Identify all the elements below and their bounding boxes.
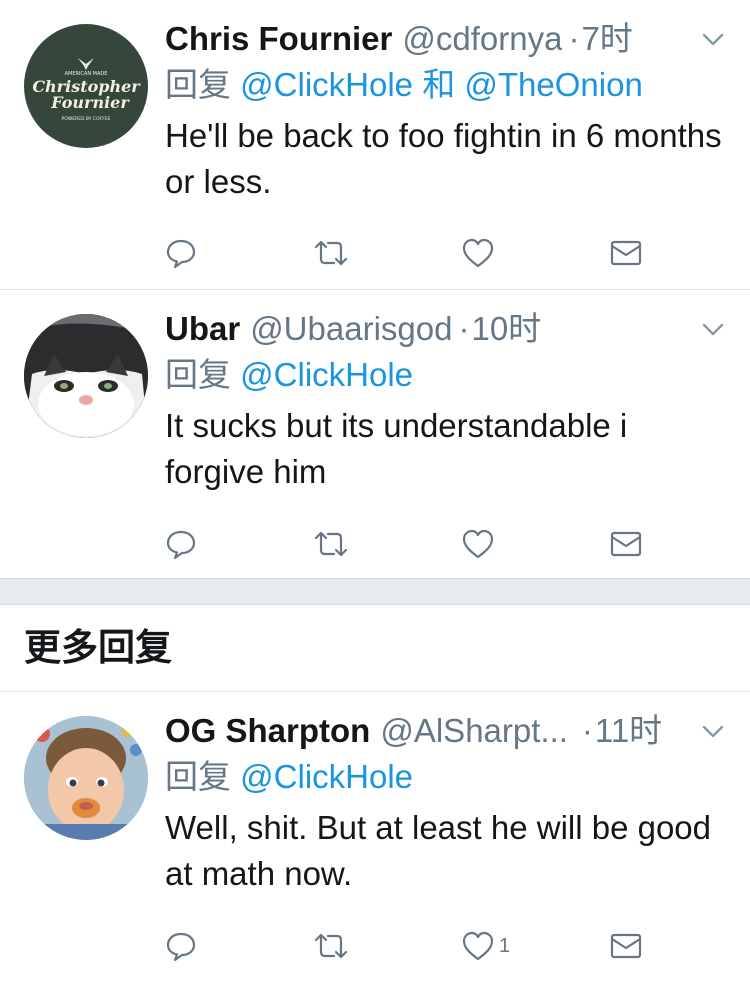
retweet-icon — [314, 240, 348, 266]
tweet-header: Chris Fournier @cdfornya · 7时 — [165, 16, 726, 62]
chevron-down-icon[interactable] — [700, 722, 726, 742]
user-handle[interactable]: @AlSharpt... — [380, 708, 568, 754]
mention-link[interactable]: @ClickHole — [240, 66, 413, 103]
reply-button[interactable] — [165, 236, 197, 270]
like-count: 1 — [499, 934, 511, 957]
display-name[interactable]: Chris Fournier — [165, 16, 392, 62]
timestamp[interactable]: 7时 — [581, 16, 632, 62]
display-name[interactable]: Ubar — [165, 306, 240, 352]
tweet-header: OG Sharpton @AlSharpt... · 11时 — [165, 708, 726, 754]
chevron-down-icon[interactable] — [700, 320, 726, 340]
user-handle[interactable]: @Ubaarisgod — [250, 306, 452, 352]
tweet[interactable]: AMERICAN MADE Christopher Fournier POWER… — [0, 0, 750, 290]
reply-icon — [166, 239, 196, 269]
reply-prefix: 回复 — [165, 66, 231, 103]
direct-message-button[interactable] — [609, 236, 643, 270]
avatar-baby-photo — [24, 716, 148, 840]
mention-link[interactable]: @ClickHole — [240, 356, 413, 393]
like-icon — [462, 529, 494, 559]
reply-prefix: 回复 — [165, 356, 231, 393]
svg-text:Fournier: Fournier — [50, 93, 130, 112]
user-handle[interactable]: @cdfornya — [402, 16, 562, 62]
direct-message-button[interactable] — [609, 527, 643, 561]
message-icon — [610, 933, 642, 959]
timestamp[interactable]: 10时 — [471, 306, 541, 352]
section-separator — [0, 578, 750, 605]
action-bar — [165, 527, 645, 561]
separator-dot: · — [458, 310, 470, 347]
avatar-cat-photo — [24, 314, 148, 438]
retweet-icon — [314, 531, 348, 557]
reply-context: 回复 @ClickHole — [165, 352, 726, 398]
mention-link[interactable]: @TheOnion — [464, 66, 642, 103]
timestamp[interactable]: 11时 — [595, 708, 662, 754]
tweet-text: Well, shit. But at least he will be good… — [165, 809, 712, 892]
separator-dot: · — [581, 712, 593, 749]
reply-button[interactable] — [165, 929, 197, 963]
avatar[interactable] — [24, 716, 148, 840]
tweet[interactable]: OG Sharpton @AlSharpt... · 11时 回复 @Click… — [0, 692, 750, 983]
separator-dot: · — [568, 20, 580, 57]
retweet-button[interactable] — [313, 236, 349, 270]
display-name[interactable]: OG Sharpton — [165, 708, 370, 754]
tweet-text: It sucks but its understandable i forgiv… — [165, 407, 628, 490]
message-icon — [610, 531, 642, 557]
more-replies-heading: 更多回复 — [24, 627, 172, 668]
reply-icon — [166, 932, 196, 962]
retweet-button[interactable] — [313, 929, 349, 963]
retweet-button[interactable] — [313, 527, 349, 561]
reply-button[interactable] — [165, 527, 197, 561]
mention-link[interactable]: @ClickHole — [240, 758, 413, 795]
like-button[interactable]: 1 — [461, 929, 510, 963]
tweet-text: He'll be back to foo fightin in 6 months… — [165, 117, 722, 200]
action-bar: 1 — [165, 929, 645, 963]
like-button[interactable] — [461, 527, 499, 561]
chevron-down-icon[interactable] — [700, 30, 726, 50]
message-icon — [610, 240, 642, 266]
like-button[interactable] — [461, 236, 499, 270]
avatar[interactable] — [24, 314, 148, 438]
like-icon — [462, 238, 494, 268]
reply-context: 回复 @ClickHole 和 @TheOnion — [165, 62, 726, 108]
avatar-logo: AMERICAN MADE Christopher Fournier POWER… — [32, 58, 141, 122]
svg-text:POWERED BY COFFEE: POWERED BY COFFEE — [62, 116, 111, 122]
retweet-icon — [314, 933, 348, 959]
action-bar — [165, 236, 645, 270]
tweet-header: Ubar @Ubaarisgod · 10时 — [165, 306, 726, 352]
tweet[interactable]: Ubar @Ubaarisgod · 10时 回复 @ClickHole It … — [0, 290, 750, 578]
reply-context: 回复 @ClickHole — [165, 754, 726, 800]
reply-icon — [166, 530, 196, 560]
like-icon — [462, 931, 494, 961]
reply-prefix: 回复 — [165, 758, 231, 795]
avatar[interactable]: AMERICAN MADE Christopher Fournier POWER… — [24, 24, 148, 148]
direct-message-button[interactable] — [609, 929, 643, 963]
mention-joiner: 和 — [422, 66, 456, 103]
